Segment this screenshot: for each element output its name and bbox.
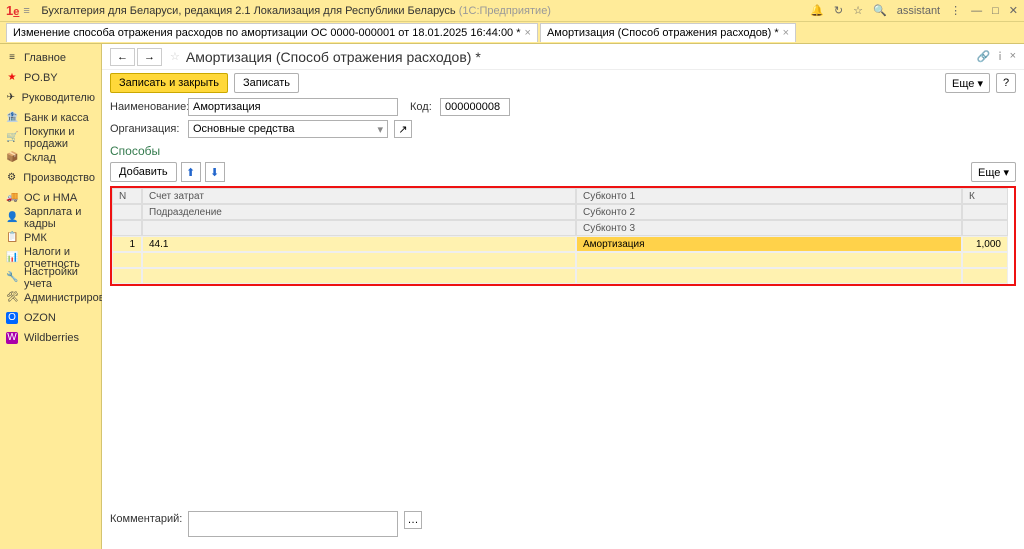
- col-account[interactable]: Счет затрат: [142, 188, 576, 204]
- user-label: assistant: [897, 5, 940, 17]
- tab-close-icon[interactable]: ×: [783, 27, 789, 39]
- truck-icon: 🚚: [6, 192, 18, 204]
- sidebar-item-poby[interactable]: ★PO.BY: [0, 68, 101, 88]
- col-k[interactable]: К: [962, 188, 1008, 204]
- help-button[interactable]: ?: [996, 73, 1016, 93]
- sidebar-item-wb[interactable]: WWildberries: [0, 328, 101, 348]
- comment-label: Комментарий:: [110, 511, 182, 525]
- ozon-icon: O: [6, 312, 18, 324]
- menu-icon[interactable]: ≡: [23, 5, 35, 17]
- save-close-button[interactable]: Записать и закрыть: [110, 73, 228, 93]
- sidebar: ≡Главное ★PO.BY ✈Руководителю 🏦Банк и ка…: [0, 44, 102, 549]
- maximize-icon[interactable]: □: [992, 5, 999, 17]
- col-sub1[interactable]: Субконто 1: [576, 188, 962, 204]
- col-sub3[interactable]: Субконто 3: [576, 220, 962, 236]
- table-row[interactable]: 1 44.1 Амортизация 1,000: [112, 236, 1014, 252]
- cell-n: 1: [112, 236, 142, 252]
- bank-icon: 🏦: [6, 112, 18, 124]
- add-button[interactable]: Добавить: [110, 162, 177, 182]
- move-up-button[interactable]: ⬆: [181, 162, 201, 182]
- org-label: Организация:: [110, 123, 182, 135]
- table-row[interactable]: [112, 268, 1014, 284]
- tab-1[interactable]: Амортизация (Способ отражения расходов) …: [540, 23, 796, 42]
- info-icon[interactable]: ⅰ: [999, 50, 1002, 63]
- back-button[interactable]: ←: [110, 48, 135, 66]
- cell-account[interactable]: 44.1: [142, 236, 576, 252]
- sidebar-item-ozon[interactable]: OOZON: [0, 308, 101, 328]
- cell-sub3[interactable]: [576, 268, 962, 284]
- cell-k[interactable]: 1,000: [962, 236, 1008, 252]
- wrench-icon: 🔧: [6, 272, 18, 284]
- cart-icon: 🛒: [6, 132, 18, 144]
- search-icon[interactable]: 🔍: [873, 4, 887, 17]
- chart-icon: ✈: [6, 92, 16, 104]
- tab-0[interactable]: Изменение способа отражения расходов по …: [6, 23, 538, 42]
- app-logo: 1e: [6, 3, 19, 18]
- history-icon[interactable]: ↻: [834, 4, 843, 17]
- move-down-button[interactable]: ⬇: [205, 162, 225, 182]
- col-n[interactable]: N: [112, 188, 142, 204]
- favorite-icon[interactable]: ☆: [170, 50, 180, 63]
- tools-icon: 🛠: [6, 292, 18, 304]
- cell-sub1[interactable]: Амортизация: [576, 236, 962, 252]
- minimize-icon[interactable]: —: [971, 5, 982, 17]
- sidebar-item-bank[interactable]: 🏦Банк и касса: [0, 108, 101, 128]
- cell-sub2[interactable]: [576, 252, 962, 268]
- expand-comment-icon[interactable]: …: [404, 511, 422, 529]
- star-icon[interactable]: ☆: [853, 4, 863, 17]
- methods-table: N Счет затрат Субконто 1 К Подразделение…: [110, 186, 1016, 286]
- chevron-down-icon: ▾: [377, 123, 383, 136]
- sidebar-item-director[interactable]: ✈Руководителю: [0, 88, 101, 108]
- section-title: Способы: [102, 140, 1024, 160]
- sidebar-item-settings[interactable]: 🔧Настройки учета: [0, 268, 101, 288]
- open-ref-icon[interactable]: ↗: [394, 120, 412, 138]
- person-icon: 👤: [6, 212, 18, 224]
- settings-icon[interactable]: ⋮: [950, 4, 961, 17]
- link-icon[interactable]: 🔗: [977, 50, 991, 63]
- name-input[interactable]: [188, 98, 398, 116]
- sidebar-item-assets[interactable]: 🚚ОС и НМА: [0, 188, 101, 208]
- tab-label: Изменение способа отражения расходов по …: [13, 27, 521, 39]
- more-button[interactable]: Еще ▾: [945, 73, 990, 93]
- bell-icon[interactable]: 🔔: [810, 4, 824, 17]
- sidebar-item-main[interactable]: ≡Главное: [0, 48, 101, 68]
- tab-label: Амортизация (Способ отражения расходов) …: [547, 27, 779, 39]
- report-icon: 📊: [6, 252, 18, 264]
- app-title: Бухгалтерия для Беларуси, редакция 2.1 Л…: [41, 5, 551, 17]
- sidebar-item-taxes[interactable]: 📊Налоги и отчетность: [0, 248, 101, 268]
- sidebar-item-stock[interactable]: 📦Склад: [0, 148, 101, 168]
- org-select[interactable]: Основные средства▾: [188, 120, 388, 138]
- col-sub2[interactable]: Субконто 2: [576, 204, 962, 220]
- star-icon: ★: [6, 72, 18, 84]
- sidebar-item-sales[interactable]: 🛒Покупки и продажи: [0, 128, 101, 148]
- save-button[interactable]: Записать: [234, 73, 299, 93]
- code-label: Код:: [410, 101, 434, 113]
- cell-division[interactable]: [142, 252, 576, 268]
- sidebar-item-admin[interactable]: 🛠Администрирование: [0, 288, 101, 308]
- forward-button[interactable]: →: [137, 48, 162, 66]
- clipboard-icon: 📋: [6, 232, 18, 244]
- page-title: Амортизация (Способ отражения расходов) …: [186, 49, 481, 65]
- sidebar-item-hr[interactable]: 👤Зарплата и кадры: [0, 208, 101, 228]
- col-division[interactable]: Подразделение: [142, 204, 576, 220]
- code-input[interactable]: [440, 98, 510, 116]
- sidebar-item-rmk[interactable]: 📋РМК: [0, 228, 101, 248]
- box-icon: 📦: [6, 152, 18, 164]
- table-row[interactable]: [112, 252, 1014, 268]
- close-icon[interactable]: ✕: [1009, 4, 1018, 17]
- gear-icon: ⚙: [6, 172, 17, 184]
- name-label: Наименование:: [110, 101, 182, 113]
- wb-icon: W: [6, 332, 18, 344]
- sidebar-item-production[interactable]: ⚙Производство: [0, 168, 101, 188]
- home-icon: ≡: [6, 52, 18, 64]
- table-more-button[interactable]: Еще ▾: [971, 162, 1016, 182]
- comment-input[interactable]: [188, 511, 398, 537]
- tab-close-icon[interactable]: ×: [525, 27, 531, 39]
- close-form-icon[interactable]: ×: [1010, 50, 1016, 63]
